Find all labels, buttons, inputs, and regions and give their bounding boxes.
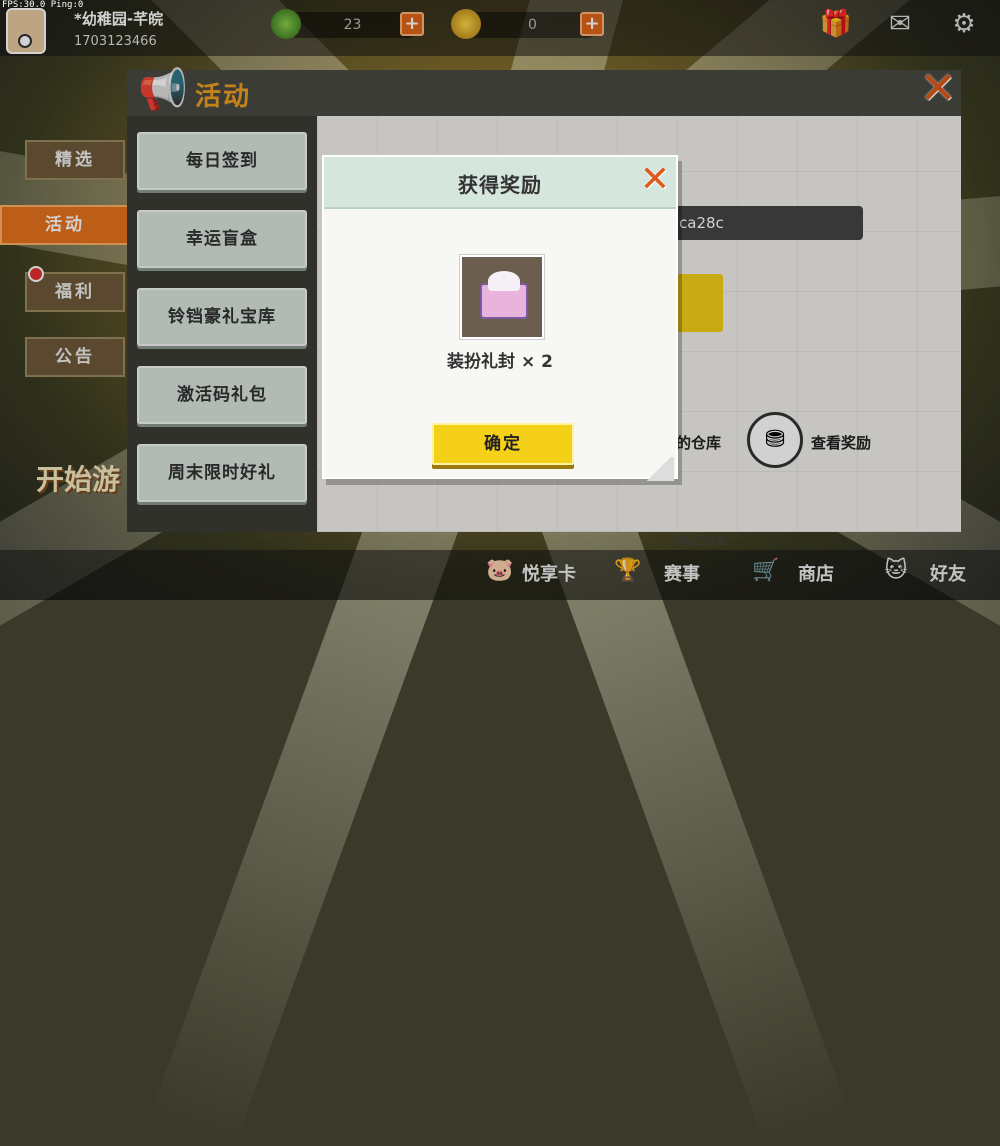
close-dialog-button[interactable]: ✕: [638, 163, 672, 197]
dialog-header: 获得奖励 ✕: [324, 157, 676, 209]
fps-readout: FPS:30.0 Ping:0: [2, 0, 83, 10]
reward-item: [460, 255, 544, 339]
reward-item-name: 装扮礼封 × 2: [324, 347, 676, 372]
dialog-title: 获得奖励: [324, 169, 676, 198]
confirm-button[interactable]: 确定: [432, 423, 574, 465]
envelope-icon: [480, 283, 528, 319]
reward-dialog: 获得奖励 ✕ 装扮礼封 × 2 确定: [322, 155, 678, 479]
page-curl: [644, 457, 674, 481]
